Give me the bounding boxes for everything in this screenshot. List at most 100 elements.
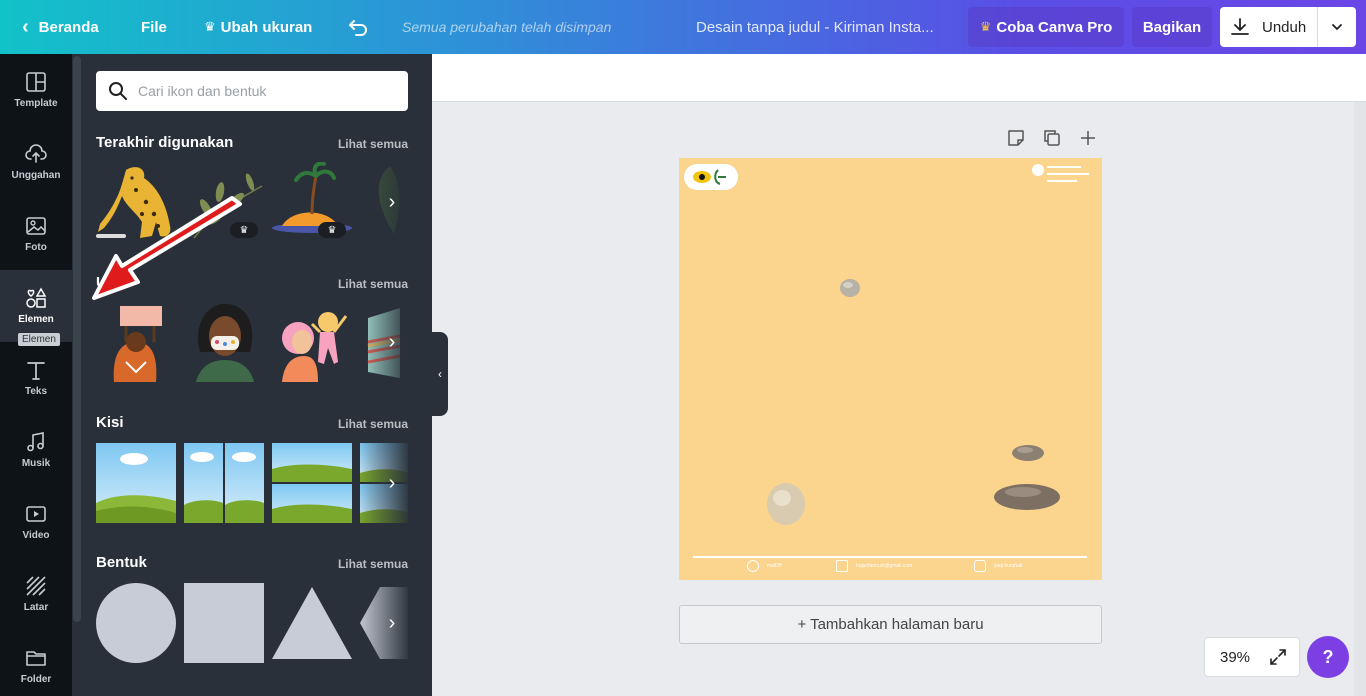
masked-woman-graphic[interactable] xyxy=(184,302,266,382)
rail-item-photos[interactable]: Foto xyxy=(0,198,72,270)
contact-text-lines xyxy=(1047,166,1089,182)
rail-label: Video xyxy=(22,530,50,541)
whatsapp-icon xyxy=(747,560,759,572)
grid-two-columns[interactable] xyxy=(184,443,264,523)
family-graphic[interactable] xyxy=(272,302,354,382)
upload-icon xyxy=(25,144,47,163)
footer-item: yuqi.kuruhab xyxy=(974,560,1023,572)
scroll-right-button[interactable]: › xyxy=(380,328,404,356)
scroll-right-button[interactable]: › xyxy=(380,609,404,637)
fullscreen-icon[interactable] xyxy=(1269,648,1287,666)
footer-text: mail2ff xyxy=(767,563,782,569)
chevron-left-icon: ‹ xyxy=(22,15,29,38)
download-options-button[interactable] xyxy=(1318,20,1356,34)
see-all-grids[interactable]: Lihat semua xyxy=(338,417,408,431)
chevron-right-icon: › xyxy=(388,190,396,213)
rail-item-music[interactable]: Musik xyxy=(0,414,72,486)
document-title[interactable]: Desain tanpa judul - Kiriman Insta... xyxy=(696,0,942,54)
download-button[interactable]: Unduh xyxy=(1220,7,1356,47)
canvas-toolbar xyxy=(432,54,1366,102)
search-input[interactable] xyxy=(138,83,398,99)
rail-item-elements[interactable]: Elemen xyxy=(0,270,72,342)
rail-label: Teks xyxy=(24,386,48,397)
grid-single[interactable] xyxy=(96,443,176,523)
try-pro-label: Coba Canva Pro xyxy=(996,18,1113,36)
scroll-right-button[interactable]: › xyxy=(380,469,404,497)
folder-icon xyxy=(26,651,46,666)
design-page[interactable]: mail2ff hujanfannuzi@gmail.com yuqi.kuru… xyxy=(679,158,1102,580)
rail-item-folder[interactable]: Folder xyxy=(0,630,72,696)
rail-label: Foto xyxy=(25,242,47,253)
duplicate-icon[interactable] xyxy=(1042,128,1062,148)
section-title-recent: Terakhir digunakan xyxy=(96,134,234,151)
video-icon xyxy=(26,506,46,522)
illustrations-row: › xyxy=(96,302,408,384)
undo-icon xyxy=(349,20,367,36)
template-icon xyxy=(26,72,46,92)
top-bar: ‹ Beranda File ♛ Ubah ukuran Semua perub… xyxy=(0,0,1366,54)
side-rail: Template Unggahan Foto Elemen Teks Musik… xyxy=(0,54,72,696)
footer-rule xyxy=(693,556,1087,558)
google-icon xyxy=(836,560,848,572)
section-title-shapes: Bentuk xyxy=(96,554,147,571)
rail-item-uploads[interactable]: Unggahan xyxy=(0,126,72,198)
note-icon[interactable] xyxy=(1006,128,1026,148)
elements-icon xyxy=(26,287,47,308)
chevron-right-icon: › xyxy=(388,471,396,494)
search-box[interactable] xyxy=(96,71,408,111)
footer-item: mail2ff xyxy=(747,560,782,572)
see-all-shapes[interactable]: Lihat semua xyxy=(338,557,408,571)
rail-label: Folder xyxy=(20,674,52,685)
resize-button[interactable]: ♛ Ubah ukuran xyxy=(204,0,312,54)
tooltip: Elemen xyxy=(18,333,60,346)
rail-item-video[interactable]: Video xyxy=(0,486,72,558)
download-icon xyxy=(1231,18,1249,35)
protester-graphic[interactable] xyxy=(96,302,178,382)
see-all-second[interactable]: Lihat semua xyxy=(338,277,408,291)
footer-text: yuqi.kuruhab xyxy=(994,563,1023,569)
chevron-right-icon: › xyxy=(388,611,396,634)
add-icon[interactable] xyxy=(1078,128,1098,148)
crown-icon: ♛ xyxy=(204,19,216,34)
pro-badge: ♛ xyxy=(318,222,346,238)
music-icon xyxy=(27,432,44,452)
zoom-level[interactable]: 39% xyxy=(1220,649,1250,666)
help-button[interactable]: ? xyxy=(1307,636,1349,678)
rail-label: Template xyxy=(14,98,58,109)
scroll-right-button[interactable]: › xyxy=(380,188,404,216)
canvas-scrollbar[interactable] xyxy=(1354,102,1366,696)
square-shape[interactable] xyxy=(184,583,264,663)
rail-label: Unggahan xyxy=(11,170,61,181)
home-label: Beranda xyxy=(38,18,99,36)
photo-icon xyxy=(26,217,46,235)
rail-label: Latar xyxy=(23,602,49,613)
collapse-panel-button[interactable]: ‹ xyxy=(432,332,448,416)
resize-label: Ubah ukuran xyxy=(220,18,313,36)
share-button[interactable]: Bagikan xyxy=(1132,7,1212,47)
background-icon xyxy=(26,576,46,596)
add-page-button[interactable]: + Tambahkan halaman baru xyxy=(679,605,1102,644)
elements-panel: Terakhir digunakan Lihat semua ♛ ♛ › xyxy=(72,54,432,696)
instagram-icon xyxy=(974,560,986,572)
contact-dot-icon xyxy=(1032,164,1044,176)
triangle-shape[interactable] xyxy=(272,583,352,663)
try-pro-button[interactable]: ♛ Coba Canva Pro xyxy=(968,7,1124,47)
logo-badge xyxy=(684,164,738,190)
download-label: Unduh xyxy=(1262,18,1307,36)
rail-item-text[interactable]: Teks xyxy=(0,342,72,414)
footer-item: hujanfannuzi@gmail.com xyxy=(836,560,912,572)
download-main[interactable]: Unduh xyxy=(1220,7,1318,47)
home-button[interactable]: ‹ Beranda xyxy=(22,0,99,54)
undo-button[interactable] xyxy=(348,0,370,54)
panel-scrollbar[interactable] xyxy=(73,56,81,622)
circle-shape[interactable] xyxy=(96,583,176,663)
zoom-control[interactable]: 39% xyxy=(1204,637,1300,677)
see-all-recent[interactable]: Lihat semua xyxy=(338,137,408,151)
stone-round xyxy=(767,483,805,525)
save-status: Semua perubahan telah disimpan xyxy=(402,19,612,35)
file-menu[interactable]: File xyxy=(141,0,167,54)
section-title-grids: Kisi xyxy=(96,414,124,431)
rail-item-template[interactable]: Template xyxy=(0,54,72,126)
grid-two-rows[interactable] xyxy=(272,443,352,523)
rail-item-background[interactable]: Latar xyxy=(0,558,72,630)
